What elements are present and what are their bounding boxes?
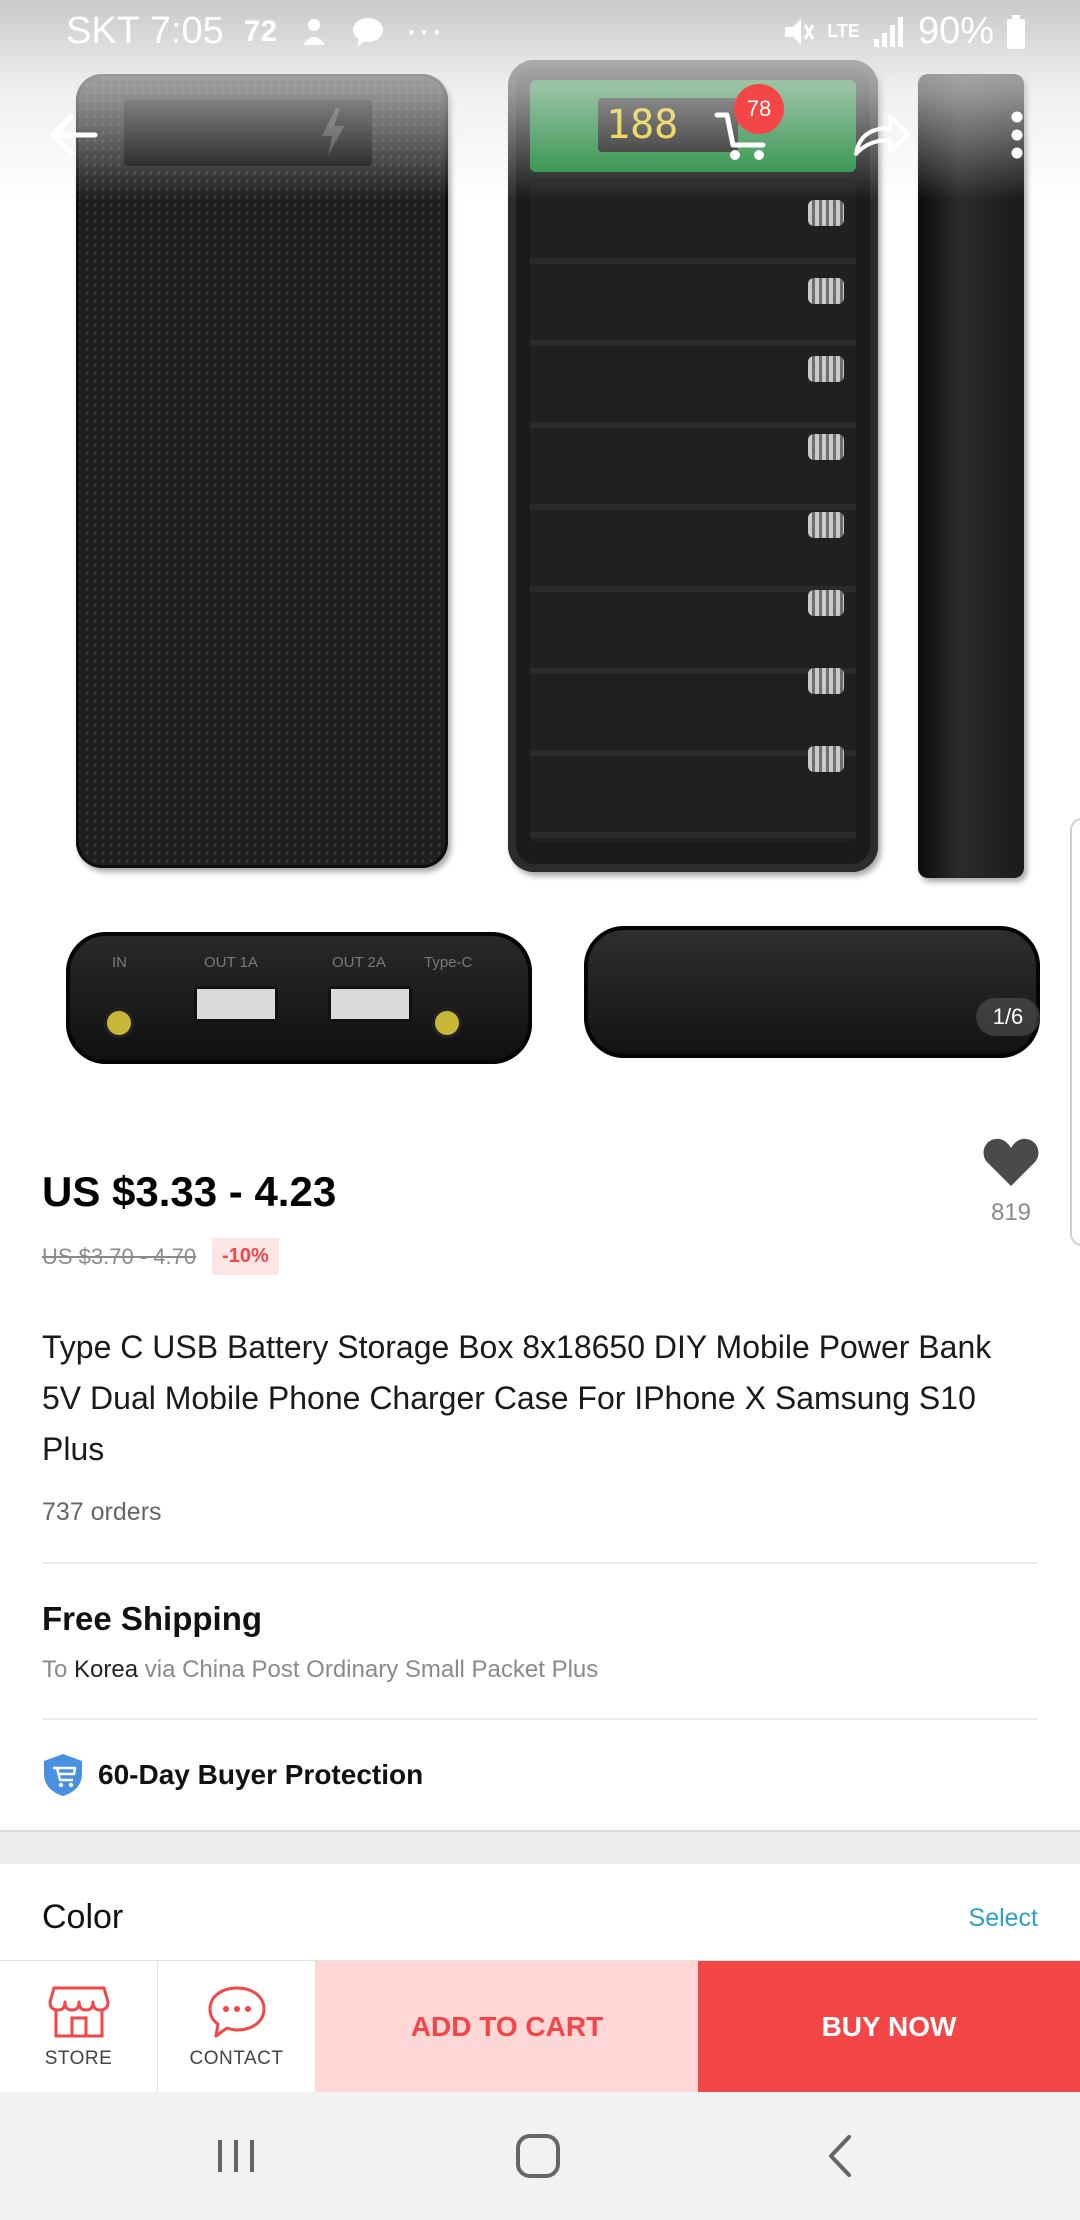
spring [808, 278, 844, 304]
store-icon [48, 1986, 109, 2038]
network-type: LTE [827, 21, 860, 41]
back-button[interactable] [38, 100, 108, 170]
section-separator [0, 1830, 1080, 1864]
port-usb-1 [194, 986, 278, 1022]
spring [808, 356, 844, 382]
port-usb-2 [328, 986, 412, 1022]
divider [42, 1718, 1038, 1720]
color-select-link[interactable]: Select [969, 1904, 1038, 1933]
system-nav-bar [0, 2092, 1080, 2220]
mute-icon [785, 18, 815, 45]
chevron-left-icon [829, 2135, 851, 2177]
battery-percent: 90% [917, 10, 994, 52]
bottom-action-bar: STORE CONTACT ADD TO CART BUY NOW [0, 1960, 1080, 2093]
port-typec [432, 1008, 462, 1038]
product-photo-side [918, 74, 1024, 878]
store-label: STORE [44, 2048, 113, 2069]
spring [808, 590, 844, 616]
port-in [104, 1008, 134, 1038]
home-button[interactable] [498, 2120, 578, 2192]
orders-count: 737 orders [42, 1498, 162, 1526]
battery-icon [1007, 14, 1025, 49]
arrow-left-icon [50, 114, 98, 156]
shipping-prefix: To [42, 1656, 68, 1683]
more-button[interactable] [982, 100, 1052, 170]
product-photo-end [584, 926, 1040, 1058]
product-price: US $3.33 - 4.23 [42, 1168, 337, 1215]
more-notifications-icon: ··· [405, 10, 444, 52]
cart-badge: 78 [734, 84, 784, 134]
spring [808, 512, 844, 538]
buyer-protection-label: 60-Day Buyer Protection [98, 1759, 424, 1790]
chat-icon [208, 1986, 265, 2038]
wishlist-button[interactable]: 819 [978, 1136, 1044, 1227]
port-label-in: IN [112, 954, 127, 971]
port-label-out2: OUT 2A [332, 954, 386, 971]
spring [808, 200, 844, 226]
store-button[interactable]: STORE [0, 1961, 158, 2093]
discount-badge: -10% [212, 1238, 279, 1275]
original-price-row: US $3.70 - 4.70 -10% [42, 1238, 279, 1275]
product-photo-ports: IN OUT 1A OUT 2A Type-C [66, 932, 532, 1064]
share-icon [854, 114, 910, 156]
product-photo-pcb: 188 [530, 80, 856, 172]
shipping-country: Korea [74, 1656, 139, 1683]
spring [808, 746, 844, 772]
shipping-method: via China Post Ordinary Small Packet Plu… [144, 1656, 599, 1683]
spring [808, 434, 844, 460]
image-counter: 1/6 [976, 998, 1040, 1036]
shipping-details[interactable]: To Korea via China Post Ordinary Small P… [42, 1656, 598, 1684]
status-time: SKT 7:05 [66, 10, 224, 52]
side-drawer-tab[interactable] [1070, 818, 1080, 1246]
port-label-out1: OUT 1A [204, 954, 258, 971]
shield-cart-icon [44, 1754, 82, 1796]
notification-count: 72 [243, 14, 278, 48]
home-icon [516, 2134, 560, 2178]
product-image-carousel[interactable]: 188 IN OUT 1A OUT 2A Type-C [0, 0, 1080, 1100]
shipping-title[interactable]: Free Shipping [42, 1600, 262, 1638]
talk-icon [353, 17, 384, 47]
status-bar: SKT 7:05 72 ··· LTE 90% [0, 0, 1080, 64]
contact-label: CONTACT [189, 2048, 284, 2069]
more-vertical-icon [1011, 111, 1023, 159]
wishlist-count: 819 [990, 1199, 1032, 1226]
spring [808, 668, 844, 694]
buyer-protection[interactable]: 60-Day Buyer Protection [42, 1752, 423, 1798]
product-photo-open: 188 [508, 60, 878, 872]
product-photo-cells [530, 182, 856, 842]
heart-icon [983, 1138, 1039, 1186]
add-to-cart-button[interactable]: ADD TO CART [316, 1961, 698, 2093]
original-price: US $3.70 - 4.70 [42, 1243, 197, 1269]
recent-apps-icon [218, 2140, 254, 2172]
share-button[interactable] [846, 100, 916, 170]
bolt-icon [322, 108, 344, 156]
color-label: Color [42, 1898, 124, 1936]
buy-now-button[interactable]: BUY NOW [698, 1961, 1080, 2093]
app-notification-icon [303, 18, 326, 45]
contact-button[interactable]: CONTACT [158, 1961, 316, 2093]
system-back-button[interactable] [800, 2120, 880, 2192]
product-photo-front [76, 74, 448, 868]
divider [42, 1562, 1038, 1564]
recent-apps-button[interactable] [196, 2120, 276, 2192]
product-title: Type C USB Battery Storage Box 8x18650 D… [42, 1329, 992, 1467]
signal-icon [873, 16, 903, 47]
port-label-typec: Type-C [424, 954, 473, 971]
